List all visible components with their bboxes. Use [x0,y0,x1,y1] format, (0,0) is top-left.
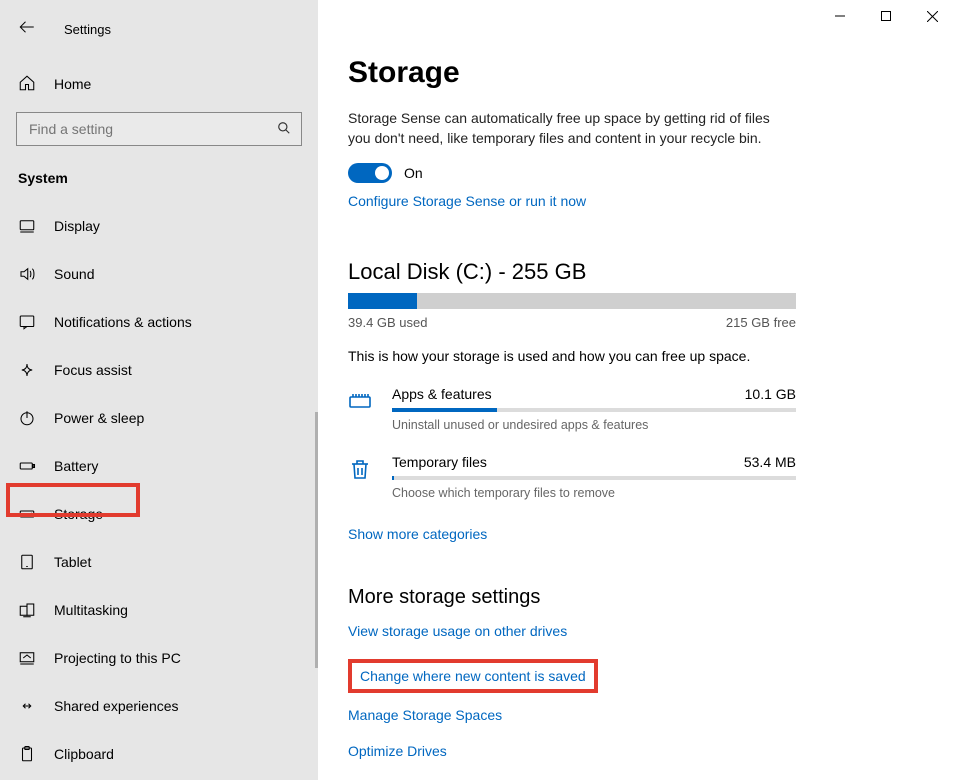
clipboard-icon [18,745,42,763]
sidebar-item-label: Sound [54,266,94,282]
sidebar-item-label: Projecting to this PC [54,650,181,666]
focus-assist-icon [18,361,42,379]
apps-icon [348,386,378,416]
sidebar-item-tablet[interactable]: Tablet [0,538,318,586]
sidebar-item-label: Focus assist [54,362,132,378]
show-more-categories-link[interactable]: Show more categories [348,526,925,542]
sidebar-item-notifications[interactable]: Notifications & actions [0,298,318,346]
sidebar-item-focus-assist[interactable]: Focus assist [0,346,318,394]
sidebar-item-label: Display [54,218,100,234]
sidebar-item-display[interactable]: Display [0,202,318,250]
minimize-button[interactable] [817,0,863,32]
red-highlight-change-content: Change where new content is saved [348,659,598,693]
search-input[interactable] [16,112,302,146]
multitasking-icon [18,601,42,619]
sidebar-item-label: Shared experiences [54,698,179,714]
home-label: Home [54,76,91,92]
category-temporary-files[interactable]: Temporary files 53.4 MB Choose which tem… [348,454,796,500]
sidebar-item-battery[interactable]: Battery [0,442,318,490]
search-icon [277,121,291,138]
sidebar-item-label: Clipboard [54,746,114,762]
main-content: Storage Storage Sense can automatically … [318,0,955,780]
sidebar-item-label: Tablet [54,554,91,570]
sidebar-item-sound[interactable]: Sound [0,250,318,298]
disk-free-label: 215 GB free [726,315,796,330]
window-controls [817,0,955,32]
category-name: Apps & features [392,386,492,402]
disk-usage-bar [348,293,796,309]
sidebar-item-label: Multitasking [54,602,128,618]
sidebar-section-system: System [0,146,318,196]
storage-sense-toggle[interactable] [348,163,392,183]
more-storage-settings-title: More storage settings [348,586,925,609]
link-change-where-new-content-saved[interactable]: Change where new content is saved [360,668,586,684]
sidebar: Settings Home System Display [0,0,318,780]
category-bar [392,408,796,412]
category-sub: Choose which temporary files to remove [392,486,796,500]
shared-experiences-icon [18,697,42,715]
sidebar-item-storage[interactable]: Storage [0,490,318,538]
notifications-icon [18,313,42,331]
sidebar-item-label: Storage [54,506,103,522]
search-field[interactable] [27,120,277,138]
close-button[interactable] [909,0,955,32]
sidebar-item-power-sleep[interactable]: Power & sleep [0,394,318,442]
usage-description: This is how your storage is used and how… [348,348,925,364]
category-name: Temporary files [392,454,487,470]
category-bar [392,476,796,480]
display-icon [18,217,42,235]
sidebar-item-multitasking[interactable]: Multitasking [0,586,318,634]
maximize-button[interactable] [863,0,909,32]
toggle-state-label: On [404,165,423,181]
category-size: 10.1 GB [745,386,796,402]
disk-used-label: 39.4 GB used [348,315,428,330]
sidebar-item-label: Notifications & actions [54,314,192,330]
sidebar-item-label: Battery [54,458,98,474]
projecting-icon [18,649,42,667]
app-title: Settings [64,22,111,37]
sidebar-item-shared-experiences[interactable]: Shared experiences [0,682,318,730]
back-button[interactable] [18,18,36,41]
sidebar-item-projecting[interactable]: Projecting to this PC [0,634,318,682]
link-optimize-drives[interactable]: Optimize Drives [348,743,925,759]
link-view-storage-other-drives[interactable]: View storage usage on other drives [348,623,925,639]
battery-icon [18,457,42,475]
sound-icon [18,265,42,283]
page-title: Storage [348,56,925,90]
tablet-icon [18,553,42,571]
sidebar-item-clipboard[interactable]: Clipboard [0,730,318,778]
disk-title: Local Disk (C:) - 255 GB [348,259,925,285]
home-icon [18,74,42,95]
sidebar-item-label: Power & sleep [54,410,144,426]
category-apps-features[interactable]: Apps & features 10.1 GB Uninstall unused… [348,386,796,432]
storage-sense-description: Storage Sense can automatically free up … [348,108,788,149]
storage-icon [18,505,42,523]
configure-storage-sense-link[interactable]: Configure Storage Sense or run it now [348,193,925,209]
power-icon [18,409,42,427]
home-nav[interactable]: Home [0,64,318,104]
link-manage-storage-spaces[interactable]: Manage Storage Spaces [348,707,925,723]
trash-icon [348,454,378,484]
category-sub: Uninstall unused or undesired apps & fea… [392,418,796,432]
category-size: 53.4 MB [744,454,796,470]
